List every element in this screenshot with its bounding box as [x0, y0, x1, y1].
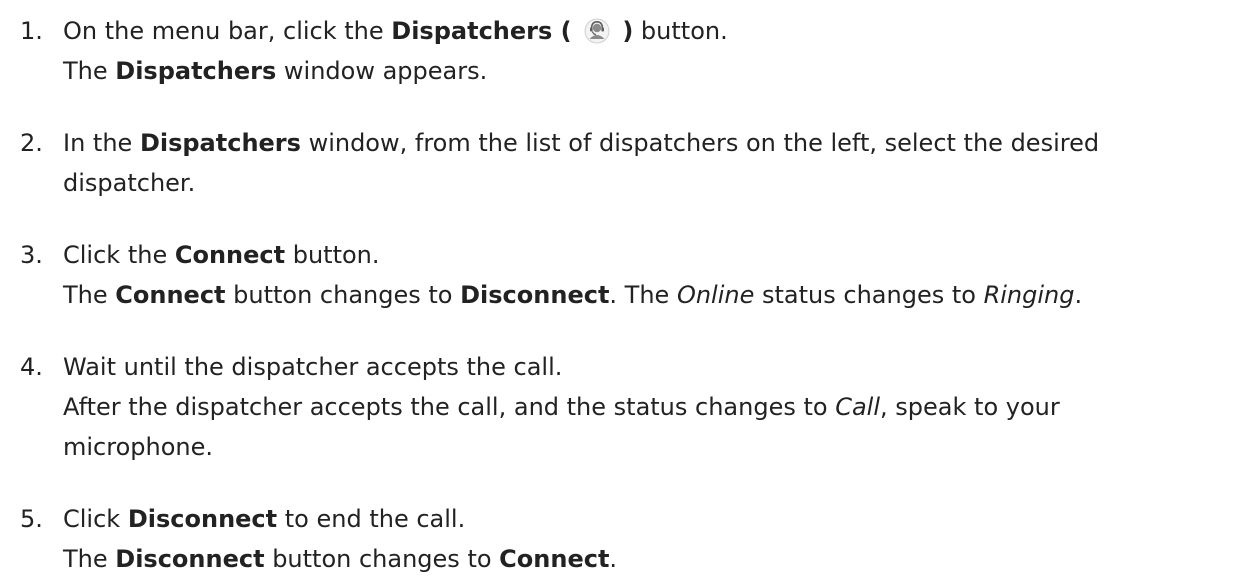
step-result: The Connect button changes to Disconnect… [63, 281, 1083, 309]
step-result: The Dispatchers window appears. [63, 57, 488, 85]
step-number: 2. [20, 129, 43, 157]
step-body: On the menu bar, click the Dispatchers (… [63, 11, 1233, 91]
step-body: Wait until the dispatcher accepts the ca… [63, 347, 1233, 467]
step-instruction: On the menu bar, click the Dispatchers (… [63, 17, 728, 45]
dispatcher-headset-icon [584, 18, 610, 44]
dispatchers-button-ref: Dispatchers ( ) [391, 17, 634, 45]
step-result: The Disconnect button changes to Connect… [63, 545, 618, 573]
step-result-continued: microphone. [63, 433, 213, 461]
step-number: 5. [20, 505, 43, 533]
step-instruction-continued: dispatcher. [63, 169, 196, 197]
step-number: 3. [20, 241, 43, 269]
step-instruction: In the Dispatchers window, from the list… [63, 129, 1100, 157]
step-body: In the Dispatchers window, from the list… [63, 123, 1233, 203]
step-instruction: Wait until the dispatcher accepts the ca… [63, 353, 563, 381]
step-instruction: Click Disconnect to end the call. [63, 505, 466, 533]
step-result: After the dispatcher accepts the call, a… [63, 393, 1060, 421]
step-instruction: Click the Connect button. [63, 241, 380, 269]
step-body: Click the Connect button. The Connect bu… [63, 235, 1233, 315]
step-number: 4. [20, 353, 43, 381]
step-number: 1. [20, 17, 43, 45]
step-body: Click Disconnect to end the call. The Di… [63, 499, 1233, 579]
